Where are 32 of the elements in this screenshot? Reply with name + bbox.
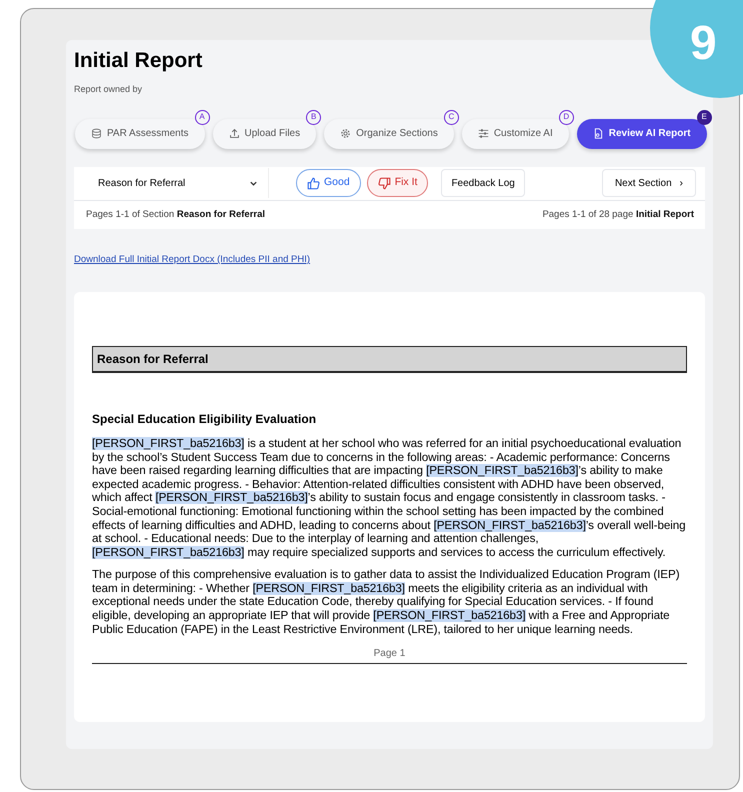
page-footer: Page 1 [92,646,687,664]
document-icon [592,128,604,140]
feedback-log-button[interactable]: Feedback Log [441,169,525,198]
download-link[interactable]: Download Full Initial Report Docx (Includes PII and PHI) [74,252,310,268]
fix-it-button[interactable]: Fix It [366,169,428,198]
step-letter-badge: B [306,110,322,125]
upload-icon [228,128,240,140]
section-header: Reason for Referral [92,346,687,373]
body-paragraph: [PERSON_FIRST_ba5216b3] is a student at her school who was referred for an initial psychoeducational evaluation by the school’s Student Success Team due to concerns in the following areas: - Academic performance: Concerns have been raised regarding learning difficulties that are impacting [PERSON_FIRST_ba5216b3]’s ability to make expected academic progress. - Behavior: Attention-related difficulties consistent with ADHD have been observed, which affect [PERSON_FIRST_ba5216b3]’s ability to sustain focus and engage consistently in classroom tasks. - Social-emotional functioning: Emotional functioning within the school setting has been impacted by the combined effects of learning difficulties and ADHD, leading to concerns about [PERSON_FIRST_ba5216b3]’s overall well-being at school. - Educational needs: Due to the interplay of learning and attention challenges, [PERSON_FIRST_ba5216b3] may require specialized supports and services to access the curriculum effectively. [92,436,687,560]
database-icon [91,128,102,140]
step-letter-badge: C [444,110,459,125]
sliders-icon [478,128,489,140]
thumbs-up-icon [307,176,320,190]
thumbs-down-icon [378,176,391,190]
step-letter-badge: D [558,110,574,125]
chevron-down-icon [249,178,258,188]
step-tab[interactable]: Upload Files [212,118,316,149]
step-letter-badge: A [194,110,210,125]
section-page-info: Pages 1-1 of Section Reason for Referral [86,208,266,222]
gear-icon [340,128,352,140]
report-page-info: Pages 1-1 of 28 page Initial Report [542,208,694,222]
step-tab[interactable]: Customize AI [462,118,569,149]
step-tab[interactable]: Organize Sections [324,118,454,149]
step-tab[interactable]: PAR Assessments [75,118,205,149]
page-title: Initial Report [74,48,204,74]
body-paragraph: The purpose of this comprehensive evaluation is to gather data to assist the Individualized Education Program (IEP) team in determining: - Whether [PERSON_FIRST_ba5216b3] meets the eligibility criteria as an individual with exceptional needs under the state Education Code, thereby qualifying for Special Education services. - If found eligible, developing an appropriate IEP that will provide [PERSON_FIRST_ba5216b3] with a Free and Appropriate Public Education (FAPE) in the Least Restrictive Environment (LRE), tailored to her unique learning needs. [92,568,680,636]
step-letter-badge: E [696,110,712,125]
good-button[interactable]: Good [296,169,361,198]
owner-label: Report owned by [74,83,144,96]
step-tab[interactable]: Review AI Report [576,118,707,149]
document-heading: Special Education Eligibility Evaluation [92,410,318,428]
next-section-button[interactable]: Next Section › [602,169,696,198]
